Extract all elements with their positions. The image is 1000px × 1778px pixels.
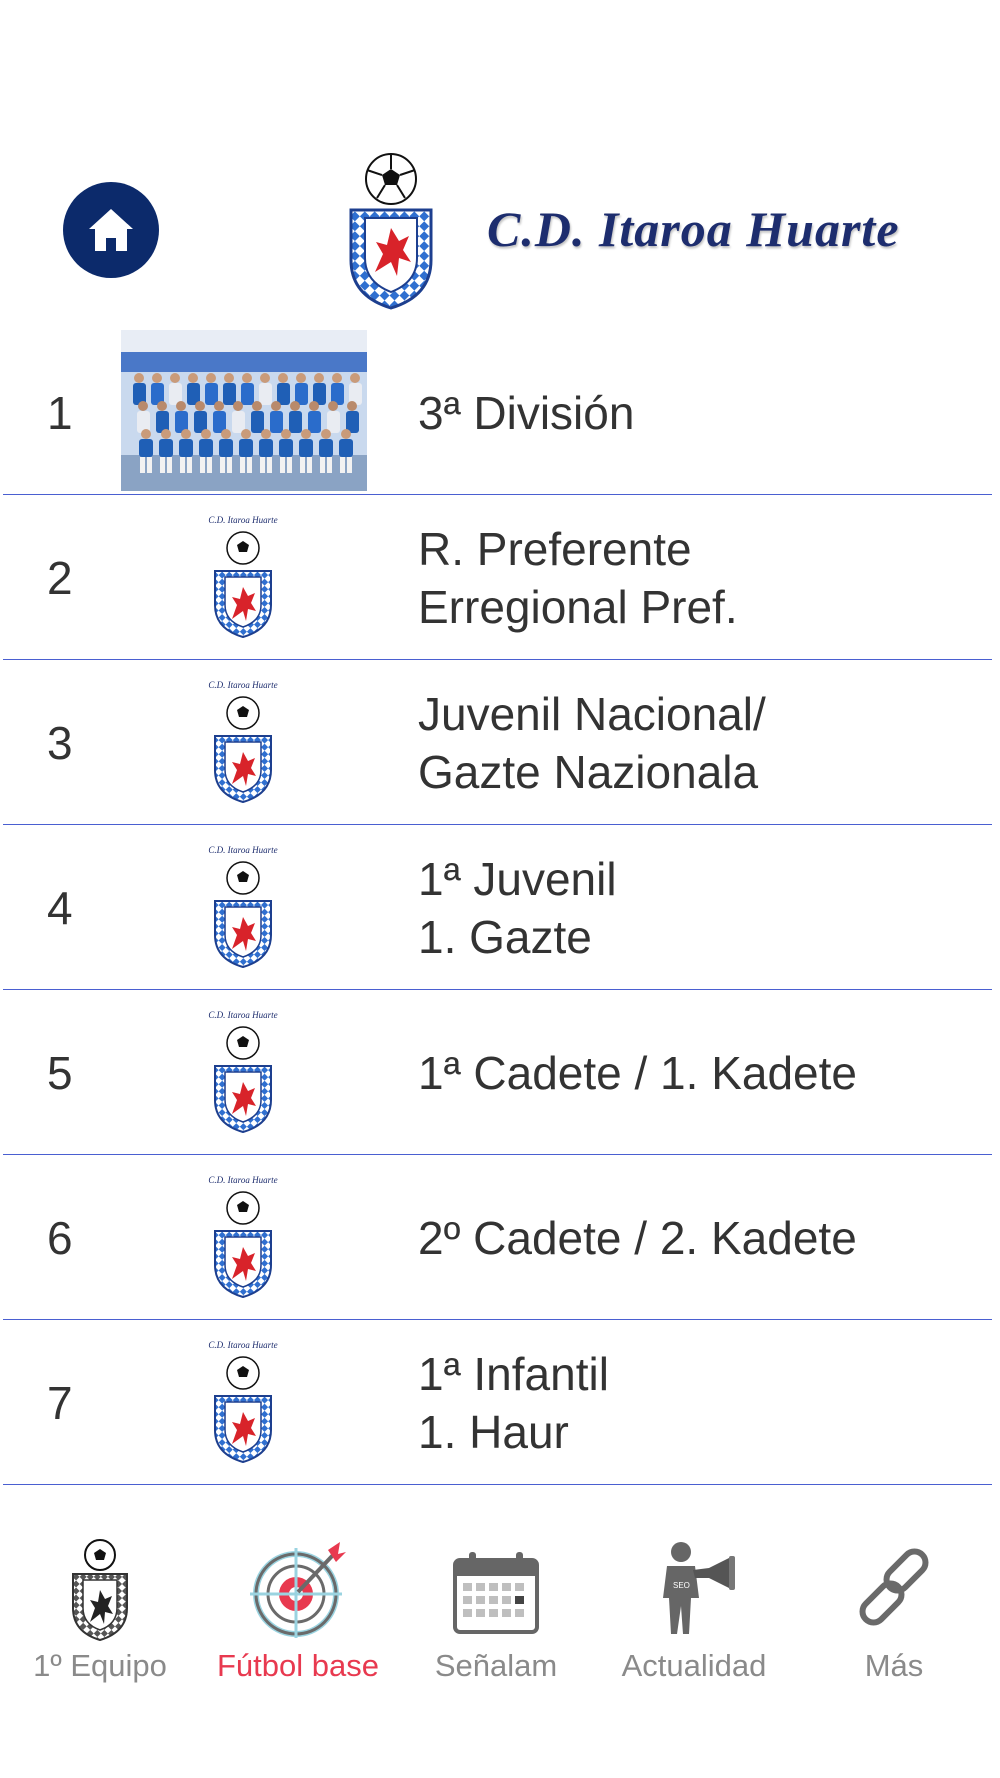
team-name: 1ª Cadete / 1. Kadete xyxy=(418,990,857,1155)
calendar-icon xyxy=(453,1552,539,1634)
team-name: Juvenil Nacional/Gazte Nazionala xyxy=(418,660,766,825)
team-number: 6 xyxy=(47,1211,73,1264)
team-number: 4 xyxy=(47,881,73,934)
club-crest-thumbnail: C.D. Itaroa Huarte xyxy=(208,1340,278,1464)
team-number: 5 xyxy=(47,1046,73,1099)
team-name: R. Preferente Erregional Pref. xyxy=(418,495,738,660)
club-crest-thumbnail: C.D. Itaroa Huarte xyxy=(208,680,278,804)
tab-label: 1º Equipo xyxy=(33,1648,167,1683)
team-row[interactable]: 5 C.D. Itaroa Huarte 1ª Cadete / 1. Kadete xyxy=(0,990,1000,1155)
tab-mas[interactable]: Más xyxy=(794,1520,994,1700)
tab-label: Más xyxy=(864,1648,924,1683)
crest-icon xyxy=(72,1539,128,1642)
tab-bar: 1º Equipo Fútbol base Señalam SEO Actual… xyxy=(0,1520,1000,1700)
tab-actualidad[interactable]: SEO Actualidad xyxy=(594,1520,794,1700)
tab-futbol-base[interactable]: Fútbol base xyxy=(198,1520,398,1700)
team-row[interactable]: 3 C.D. Itaroa Huarte Juvenil Nacional/Gazt… xyxy=(0,660,1000,825)
team-name-line: R. Preferente xyxy=(418,522,692,575)
mini-club-caption: C.D. Itaroa Huarte xyxy=(208,515,277,525)
target-icon xyxy=(250,1542,346,1638)
team-name: 1ª Infantil 1. Haur xyxy=(418,1320,609,1485)
svg-text:SEO: SEO xyxy=(673,1581,690,1590)
team-name-line: 1. Gazte xyxy=(418,910,592,963)
club-crest-thumbnail: C.D. Itaroa Huarte xyxy=(208,1010,278,1134)
home-icon xyxy=(89,209,133,251)
team-name-line: 1ª Cadete / 1. Kadete xyxy=(418,1046,857,1099)
tab-senalam[interactable]: Señalam xyxy=(396,1520,596,1700)
team-photo xyxy=(121,330,367,491)
club-crest-thumbnail: C.D. Itaroa Huarte xyxy=(208,1175,278,1299)
club-crest-thumbnail: C.D. Itaroa Huarte xyxy=(208,515,278,639)
mini-club-caption: C.D. Itaroa Huarte xyxy=(208,680,277,690)
mini-club-caption: C.D. Itaroa Huarte xyxy=(208,1175,277,1185)
team-row[interactable]: 4 C.D. Itaroa Huarte 1ª Juvenil 1. Gazte xyxy=(0,825,1000,990)
mini-club-caption: C.D. Itaroa Huarte xyxy=(208,1010,277,1020)
team-list: 1 3ª División 2 C.D. Itaroa Huarte R. Prefer… xyxy=(0,330,1000,1485)
team-name-line: 2º Cadete / 2. Kadete xyxy=(418,1211,857,1264)
app-header: C.D. Itaroa Huarte xyxy=(0,0,1000,330)
mini-club-caption: C.D. Itaroa Huarte xyxy=(208,1340,277,1350)
tab-label: Fútbol base xyxy=(217,1648,379,1683)
home-button[interactable] xyxy=(63,182,159,278)
team-name-line: 3ª División xyxy=(418,386,635,439)
team-name-line: 1. Haur xyxy=(418,1405,569,1458)
tab-label: Señalam xyxy=(434,1648,558,1683)
club-crest-logo xyxy=(349,153,433,310)
team-name: 2º Cadete / 2. Kadete xyxy=(418,1155,857,1320)
team-number: 1 xyxy=(47,386,73,439)
club-crest-thumbnail: C.D. Itaroa Huarte xyxy=(208,845,278,969)
team-name-line: 1ª Infantil xyxy=(418,1347,609,1400)
team-row[interactable]: 7 C.D. Itaroa Huarte 1ª Infantil 1. Haur xyxy=(0,1320,1000,1485)
team-number: 3 xyxy=(47,716,73,769)
team-number: 7 xyxy=(47,1376,73,1429)
team-number: 2 xyxy=(47,551,73,604)
team-row[interactable]: 1 3ª División xyxy=(0,330,1000,495)
team-name-line: Juvenil Nacional/ xyxy=(418,687,766,740)
link-icon xyxy=(859,1548,929,1626)
megaphone-icon: SEO xyxy=(663,1542,735,1634)
team-name: 1ª Juvenil 1. Gazte xyxy=(418,825,617,990)
tab-primer-equipo[interactable]: 1º Equipo xyxy=(0,1520,200,1700)
team-name: 3ª División xyxy=(418,330,634,495)
team-name-line: 1ª Juvenil xyxy=(418,852,617,905)
team-name-line: Erregional Pref. xyxy=(418,580,738,633)
mini-club-caption: C.D. Itaroa Huarte xyxy=(208,845,277,855)
club-name-logo: C.D. Itaroa Huarte xyxy=(487,201,900,257)
team-row[interactable]: 2 C.D. Itaroa Huarte R. Preferente Erregion… xyxy=(0,495,1000,660)
tab-label: Actualidad xyxy=(621,1648,767,1683)
team-name-line: Gazte Nazionala xyxy=(418,745,759,798)
team-row[interactable]: 6 C.D. Itaroa Huarte 2º Cadete / 2. Kadete xyxy=(0,1155,1000,1320)
